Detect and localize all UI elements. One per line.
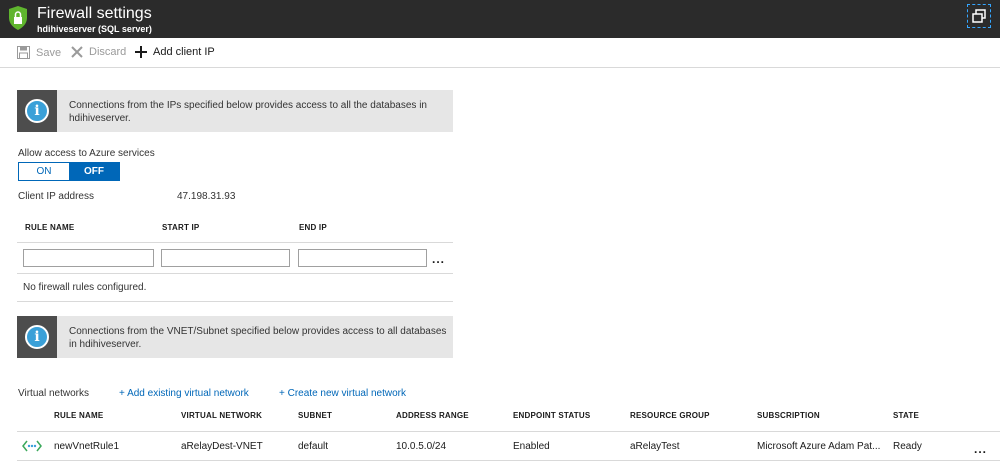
add-icon (135, 46, 147, 58)
info-banner-ip: i Connections from the IPs specified bel… (17, 90, 453, 132)
col-end-ip: END IP (299, 223, 327, 232)
discard-label: Discard (89, 46, 127, 58)
virtual-network-cell: aRelayDest-VNET (181, 441, 263, 452)
add-client-ip-button[interactable]: Add client IP (135, 46, 215, 58)
info-icon-box: i (17, 316, 57, 358)
save-label: Save (36, 46, 62, 59)
info-banner-vnet-text: Connections from the VNET/Subnet specifi… (69, 326, 447, 350)
resource-group-cell: aRelayTest (630, 441, 680, 452)
info-icon: i (25, 99, 49, 123)
table-bottom-divider (17, 301, 453, 302)
col-vnet-rule-name: RULE NAME (54, 411, 104, 420)
subnet-cell: default (298, 441, 329, 452)
col-subscription: SUBSCRIPTION (757, 411, 820, 420)
vnet-header-divider (17, 431, 1000, 432)
client-ip-value: 47.198.31.93 (177, 191, 236, 202)
end-ip-input[interactable] (298, 249, 427, 267)
save-icon (17, 46, 30, 59)
virtual-networks-label: Virtual networks (18, 388, 89, 399)
save-button[interactable]: Save (17, 46, 61, 59)
vnet-rule-name-cell: newVnetRule1 (54, 441, 120, 452)
vnet-row-divider (17, 460, 1000, 461)
shield-icon (9, 6, 27, 30)
toggle-off-option[interactable]: OFF (69, 163, 119, 180)
info-banner-ip-text: Connections from the IPs specified below… (69, 100, 427, 124)
add-existing-vnet-link[interactable]: + Add existing virtual network (119, 388, 249, 399)
col-resource-group: RESOURCE GROUP (630, 411, 710, 420)
command-bar: Save Discard Add client IP (0, 38, 1000, 68)
col-start-ip: START IP (162, 223, 200, 232)
more-icon[interactable]: ... (974, 442, 987, 456)
col-endpoint-status: ENDPOINT STATUS (513, 411, 591, 420)
rule-name-input[interactable] (23, 249, 154, 267)
more-icon[interactable]: ... (432, 252, 445, 266)
col-subnet: SUBNET (298, 411, 333, 420)
state-cell: Ready (893, 441, 922, 452)
info-banner-vnet: i Connections from the VNET/Subnet speci… (17, 316, 453, 358)
vnet-icon (22, 440, 42, 452)
discard-button[interactable]: Discard (71, 46, 126, 58)
add-client-ip-label: Add client IP (153, 46, 215, 58)
info-icon-box: i (17, 90, 57, 132)
page-subtitle: hdihiveserver (SQL server) (37, 24, 152, 34)
start-ip-input[interactable] (161, 249, 290, 267)
col-state: STATE (893, 411, 920, 420)
col-virtual-network: VIRTUAL NETWORK (181, 411, 263, 420)
empty-rules-text: No firewall rules configured. (23, 282, 147, 293)
azure-services-label: Allow access to Azure services (18, 148, 155, 159)
col-rule-name: RULE NAME (25, 223, 75, 232)
subscription-cell: Microsoft Azure Adam Pat... (757, 441, 881, 452)
address-range-cell: 10.0.5.0/24 (396, 441, 447, 452)
restore-window-button[interactable] (967, 4, 991, 28)
create-new-vnet-link[interactable]: + Create new virtual network (279, 388, 406, 399)
client-ip-label: Client IP address (18, 191, 94, 202)
discard-icon (71, 46, 83, 58)
restore-window-icon (972, 9, 986, 23)
table-header-divider (17, 242, 453, 243)
page-title: Firewall settings (37, 5, 152, 22)
toggle-on-option[interactable]: ON (19, 163, 69, 180)
title-bar: Firewall settings hdihiveserver (SQL ser… (0, 0, 1000, 38)
azure-services-toggle: ON OFF (18, 162, 120, 181)
col-address-range: ADDRESS RANGE (396, 411, 469, 420)
endpoint-status-cell: Enabled (513, 441, 550, 452)
row-divider (17, 273, 453, 274)
info-icon: i (25, 325, 49, 349)
